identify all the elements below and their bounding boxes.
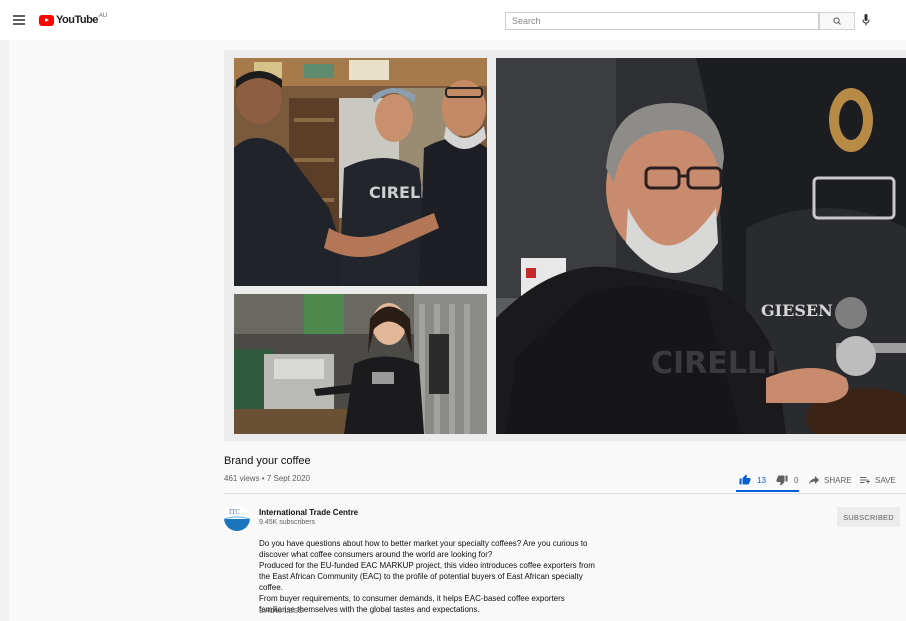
description-paragraph: Produced for the EU-funded EAC MARKUP pr… — [259, 561, 595, 592]
search-icon — [833, 17, 841, 25]
description-paragraph: Do you have questions about how to bette… — [259, 539, 588, 559]
shirt-text-large: CIRELLI — [651, 346, 777, 381]
video-view-count-date: 461 views • 7 Sept 2020 — [224, 474, 310, 483]
video-description: Do you have questions about how to bette… — [259, 538, 599, 615]
like-button[interactable]: 13 — [739, 473, 766, 487]
channel-avatar[interactable]: ITC — [224, 505, 250, 531]
search-input[interactable]: Search — [505, 12, 819, 30]
masthead: YouTube AU Search — [0, 0, 906, 40]
share-label: SHARE — [824, 475, 852, 485]
share-button[interactable]: SHARE — [808, 473, 852, 487]
share-arrow-icon — [809, 476, 819, 485]
logo-region: AU — [98, 13, 108, 19]
menu-icon[interactable] — [13, 15, 25, 25]
machine-brand-text: GIESEN — [761, 301, 833, 320]
like-ratio-bar — [736, 490, 799, 492]
divider — [224, 493, 906, 494]
save-button[interactable]: SAVE — [859, 473, 896, 487]
thumbnail-photo-barista — [234, 294, 487, 434]
search-button[interactable] — [819, 12, 855, 30]
youtube-play-icon — [39, 14, 54, 26]
dislike-count: 0 — [794, 475, 799, 485]
subscribed-button[interactable]: SUBSCRIBED — [837, 507, 900, 527]
description-paragraph: From buyer requirements, to consumer dem… — [259, 594, 565, 614]
logo-text: YouTube — [56, 14, 98, 26]
video-player[interactable]: CIRELLI GIESEN CIRELLI — [224, 50, 906, 441]
thumbs-down-icon — [776, 475, 788, 486]
thumbnail-photo-handshake: CIRELLI — [234, 58, 487, 286]
voice-search-button[interactable] — [861, 13, 871, 27]
like-count: 13 — [757, 475, 766, 485]
youtube-logo[interactable]: YouTube AU — [39, 13, 107, 27]
show-less-button[interactable]: SHOW LESS — [259, 608, 303, 615]
subscriber-count: 9.45K subscribers — [259, 519, 316, 526]
playlist-add-icon — [860, 477, 870, 484]
channel-name[interactable]: International Trade Centre — [259, 508, 358, 517]
channel-logo-text: ITC — [229, 509, 240, 516]
microphone-icon — [862, 14, 870, 26]
thumbnail-photo-roaster: GIESEN CIRELLI — [496, 58, 906, 434]
video-title: Brand your coffee — [224, 455, 311, 467]
save-label: SAVE — [875, 475, 896, 485]
dislike-button[interactable]: 0 — [776, 473, 798, 487]
thumbs-up-icon — [739, 474, 751, 485]
